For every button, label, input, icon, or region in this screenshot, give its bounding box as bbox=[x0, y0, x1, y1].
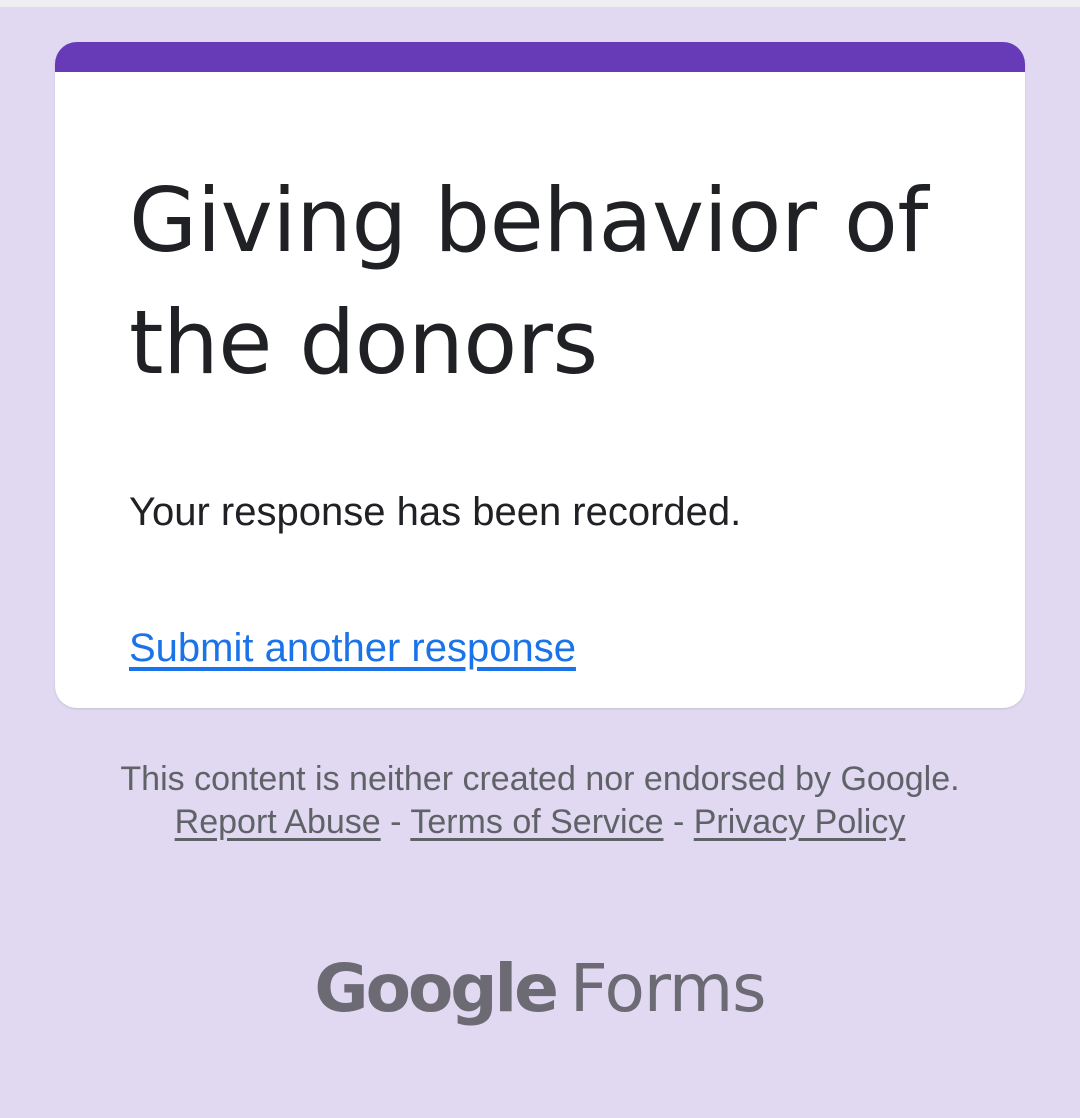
terms-of-service-link[interactable]: Terms of Service bbox=[410, 803, 663, 841]
separator: - bbox=[390, 803, 402, 841]
disclaimer-text: This content is neither created nor endo… bbox=[120, 760, 960, 798]
google-forms-logo[interactable]: Google Forms bbox=[0, 948, 1080, 1029]
card-accent-bar bbox=[55, 42, 1025, 72]
brand-forms: Forms bbox=[569, 950, 767, 1027]
form-card: Giving behavior of the donors Your respo… bbox=[55, 42, 1025, 708]
privacy-policy-link[interactable]: Privacy Policy bbox=[694, 803, 906, 841]
brand-google: Google bbox=[314, 950, 558, 1027]
disclaimer: This content is neither created nor endo… bbox=[100, 758, 980, 844]
separator: - bbox=[672, 803, 685, 841]
form-title: Giving behavior of the donors bbox=[129, 169, 928, 394]
submit-another-response-link[interactable]: Submit another response bbox=[129, 622, 576, 674]
report-abuse-link[interactable]: Report Abuse bbox=[175, 803, 381, 841]
confirmation-message: Your response has been recorded. bbox=[129, 490, 742, 534]
status-strip bbox=[0, 0, 1080, 7]
